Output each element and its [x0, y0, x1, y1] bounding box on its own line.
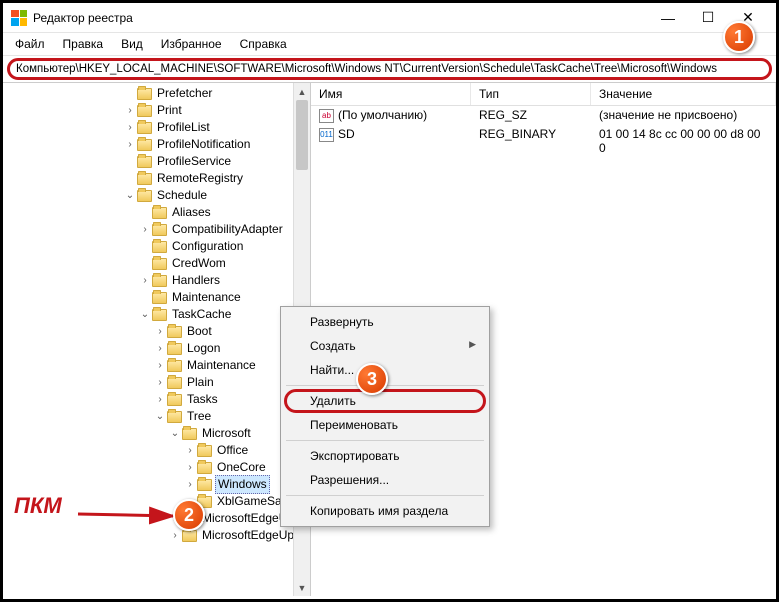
tree-item-microsoft[interactable]: ⌄Microsoft: [3, 425, 310, 442]
tree-item[interactable]: ›Print: [3, 102, 310, 119]
folder-icon: [137, 156, 152, 168]
value-name: SD: [338, 127, 355, 141]
tree-item-windows[interactable]: ›Windows: [3, 476, 310, 493]
col-name[interactable]: Имя: [311, 83, 471, 105]
separator: [286, 440, 484, 441]
titlebar: Редактор реестра — ☐ ✕: [3, 3, 776, 33]
menu-favorites[interactable]: Избранное: [153, 35, 230, 53]
folder-icon: [152, 309, 167, 321]
menu-edit[interactable]: Правка: [55, 35, 112, 53]
tree-item[interactable]: Prefetcher: [3, 85, 310, 102]
maximize-button[interactable]: ☐: [688, 4, 728, 32]
tree-item[interactable]: ›OneCore: [3, 459, 310, 476]
value-row[interactable]: ab (По умолчанию) REG_SZ (значение не при…: [311, 106, 776, 125]
folder-icon: [152, 258, 167, 270]
annotation-badge-1: 1: [723, 21, 755, 53]
tree-item[interactable]: RemoteRegistry: [3, 170, 310, 187]
annotation-pkm-label: ПКМ: [14, 493, 62, 519]
separator: [286, 495, 484, 496]
folder-icon: [137, 122, 152, 134]
folder-icon: [197, 445, 212, 457]
context-menu: Развернуть Создать Найти... Удалить Пере…: [280, 306, 490, 527]
string-value-icon: ab: [319, 109, 334, 123]
binary-value-icon: 011: [319, 128, 334, 142]
tree-item[interactable]: Aliases: [3, 204, 310, 221]
ctx-expand[interactable]: Развернуть: [284, 310, 486, 334]
tree-item-schedule[interactable]: ⌄Schedule: [3, 187, 310, 204]
tree-item-tree[interactable]: ⌄Tree: [3, 408, 310, 425]
folder-icon: [152, 224, 167, 236]
col-type[interactable]: Тип: [471, 83, 591, 105]
window-title: Редактор реестра: [33, 11, 648, 25]
tree-item[interactable]: ›Maintenance: [3, 357, 310, 374]
folder-icon: [167, 377, 182, 389]
tree-item[interactable]: CredWom: [3, 255, 310, 272]
tree-item[interactable]: ›Office: [3, 442, 310, 459]
menu-file[interactable]: Файл: [7, 35, 53, 53]
tree-item[interactable]: ›Boot: [3, 323, 310, 340]
scroll-thumb[interactable]: [296, 100, 308, 170]
folder-icon: [197, 462, 212, 474]
folder-icon: [167, 326, 182, 338]
annotation-badge-3: 3: [356, 363, 388, 395]
folder-icon: [152, 241, 167, 253]
folder-icon: [137, 139, 152, 151]
folder-icon: [152, 292, 167, 304]
ctx-rename[interactable]: Переименовать: [284, 413, 486, 437]
tree-item[interactable]: ›Plain: [3, 374, 310, 391]
folder-icon: [152, 207, 167, 219]
folder-icon: [197, 479, 212, 491]
folder-icon: [137, 105, 152, 117]
scroll-up-icon[interactable]: ▲: [294, 83, 310, 100]
menu-help[interactable]: Справка: [232, 35, 295, 53]
folder-icon: [167, 394, 182, 406]
ctx-permissions[interactable]: Разрешения...: [284, 468, 486, 492]
folder-icon: [167, 360, 182, 372]
folder-icon: [137, 190, 152, 202]
ctx-new[interactable]: Создать: [284, 334, 486, 358]
value-row[interactable]: 011 SD REG_BINARY 01 00 14 8c cc 00 00 00…: [311, 125, 776, 157]
annotation-badge-2: 2: [173, 499, 205, 531]
tree-item[interactable]: Configuration: [3, 238, 310, 255]
ctx-delete[interactable]: Удалить: [284, 389, 486, 413]
tree-item[interactable]: Maintenance: [3, 289, 310, 306]
menubar: Файл Правка Вид Избранное Справка: [3, 33, 776, 56]
scroll-down-icon[interactable]: ▼: [294, 579, 310, 596]
value-type: REG_BINARY: [471, 126, 591, 156]
tree-item[interactable]: ›Tasks: [3, 391, 310, 408]
value-data: 01 00 14 8c cc 00 00 00 d8 00 0: [591, 126, 776, 156]
ctx-copy-key-name[interactable]: Копировать имя раздела: [284, 499, 486, 523]
list-header: Имя Тип Значение: [311, 83, 776, 106]
value-type: REG_SZ: [471, 107, 591, 124]
tree-item[interactable]: ›ProfileNotification: [3, 136, 310, 153]
minimize-button[interactable]: —: [648, 4, 688, 32]
tree-item[interactable]: ProfileService: [3, 153, 310, 170]
ctx-export[interactable]: Экспортировать: [284, 444, 486, 468]
tree-item-taskcache[interactable]: ⌄TaskCache: [3, 306, 310, 323]
tree-item[interactable]: ›ProfileList: [3, 119, 310, 136]
folder-icon: [137, 88, 152, 100]
tree-item[interactable]: ›Logon: [3, 340, 310, 357]
tree-item[interactable]: ›Handlers: [3, 272, 310, 289]
folder-icon: [137, 173, 152, 185]
value-data: (значение не присвоено): [591, 107, 776, 124]
address-bar[interactable]: Компьютер\HKEY_LOCAL_MACHINE\SOFTWARE\Mi…: [7, 58, 772, 80]
folder-icon: [167, 343, 182, 355]
tree-item[interactable]: ›CompatibilityAdapter: [3, 221, 310, 238]
col-value[interactable]: Значение: [591, 83, 776, 105]
app-icon: [11, 10, 27, 26]
folder-icon: [182, 428, 197, 440]
menu-view[interactable]: Вид: [113, 35, 151, 53]
folder-icon: [167, 411, 182, 423]
value-name: (По умолчанию): [338, 108, 427, 122]
folder-icon: [152, 275, 167, 287]
